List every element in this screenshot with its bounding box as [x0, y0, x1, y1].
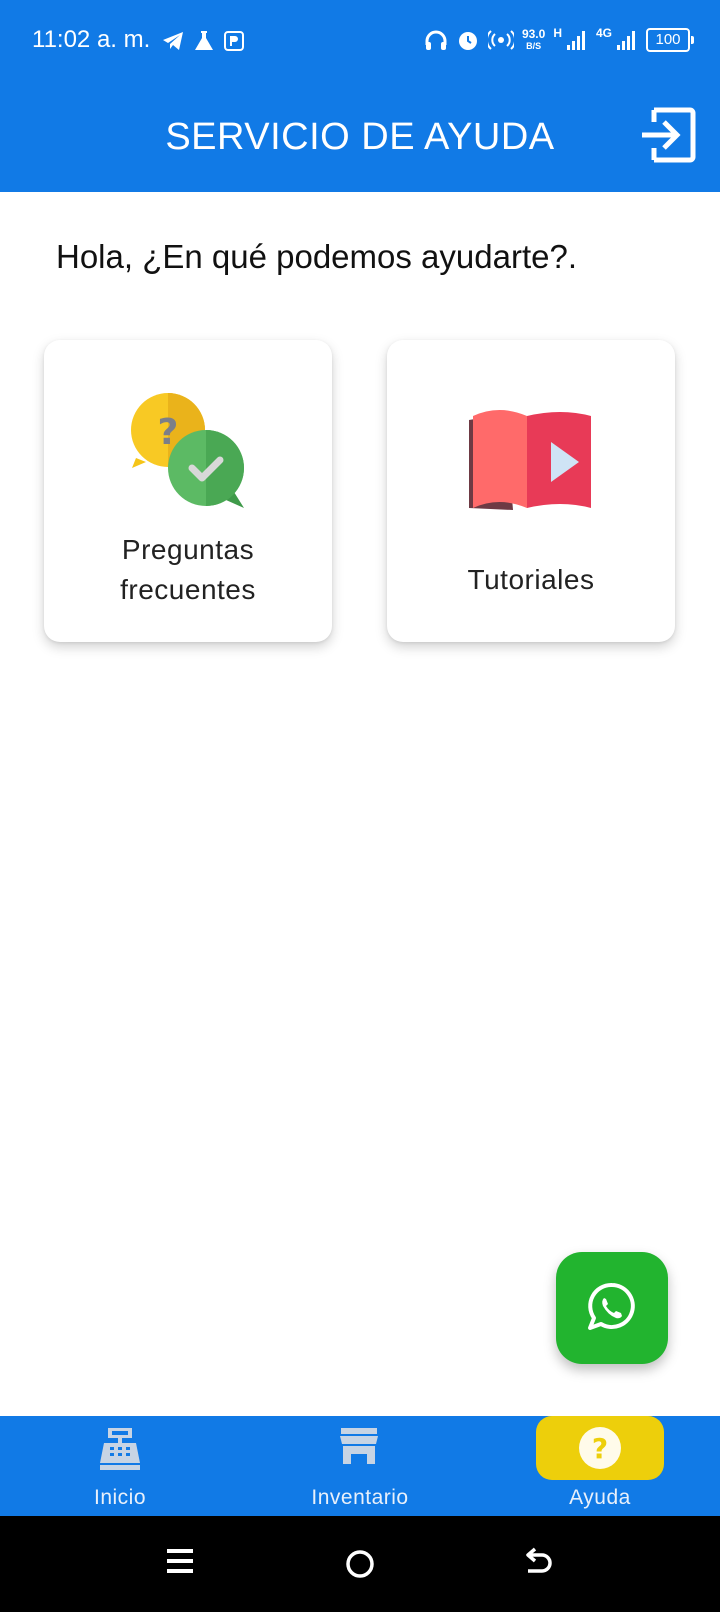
- status-notification-icons: [162, 26, 244, 56]
- network-type-4g: 4G: [595, 26, 612, 40]
- tutorials-card[interactable]: Tutoriales: [387, 340, 675, 642]
- svg-text:?: ?: [592, 1432, 608, 1465]
- headphones-icon: [425, 30, 447, 50]
- nav-item-inicio[interactable]: Inicio: [0, 1416, 240, 1516]
- greeting-text: Hola, ¿En qué podemos ayudarte?.: [56, 238, 577, 275]
- nav-label-inicio: Inicio: [93, 1486, 147, 1509]
- home-button[interactable]: [345, 1549, 375, 1579]
- status-system-icons: 93.0 B/S H 4G 100: [424, 22, 694, 58]
- whatsapp-icon: [588, 1282, 635, 1330]
- status-time: 11:02 a. m.: [32, 26, 151, 53]
- flask-icon: [195, 31, 213, 50]
- video-book-icon: [469, 410, 591, 510]
- nav-label-inventario: Inventario: [311, 1486, 409, 1509]
- alarm-icon: [458, 32, 477, 50]
- nav-item-ayuda[interactable]: ? Ayuda: [480, 1416, 720, 1516]
- status-bar: 11:02 a. m. 93.0 B/S H 4G 100: [0, 0, 720, 82]
- store-icon: [340, 1428, 378, 1464]
- logout-icon: [642, 107, 696, 163]
- network-speed: 93.0 B/S: [521, 27, 546, 51]
- whatsapp-button[interactable]: [556, 1252, 668, 1364]
- help-icon: ?: [579, 1427, 621, 1469]
- signal-icon: [617, 31, 635, 50]
- back-button[interactable]: [525, 1546, 555, 1576]
- bottom-navigation: Inicio Inventario ? Ayuda: [0, 1416, 720, 1516]
- faq-chat-icon: ?: [131, 393, 244, 508]
- nav-label-ayuda: Ayuda: [569, 1486, 631, 1509]
- faq-card-label: Preguntas frecuentes: [120, 534, 256, 605]
- battery-indicator: 100: [646, 28, 694, 52]
- recents-button[interactable]: [166, 1546, 194, 1576]
- tutorials-card-label: Tutoriales: [467, 564, 595, 595]
- signal-icon: [566, 31, 585, 50]
- faq-card[interactable]: ? Preguntas frecuentes: [44, 340, 332, 642]
- nav-item-inventario[interactable]: Inventario: [240, 1416, 480, 1516]
- telegram-icon: [163, 32, 183, 50]
- logout-button[interactable]: [638, 106, 696, 164]
- page-title: SERVICIO DE AYUDA: [165, 116, 555, 158]
- app-header: SERVICIO DE AYUDA: [0, 82, 720, 192]
- cash-register-icon: [100, 1428, 140, 1470]
- parking-app-icon: [224, 31, 244, 51]
- network-type-h: H: [553, 26, 562, 40]
- hotspot-icon: [487, 30, 514, 50]
- system-navigation-bar: [0, 1516, 720, 1612]
